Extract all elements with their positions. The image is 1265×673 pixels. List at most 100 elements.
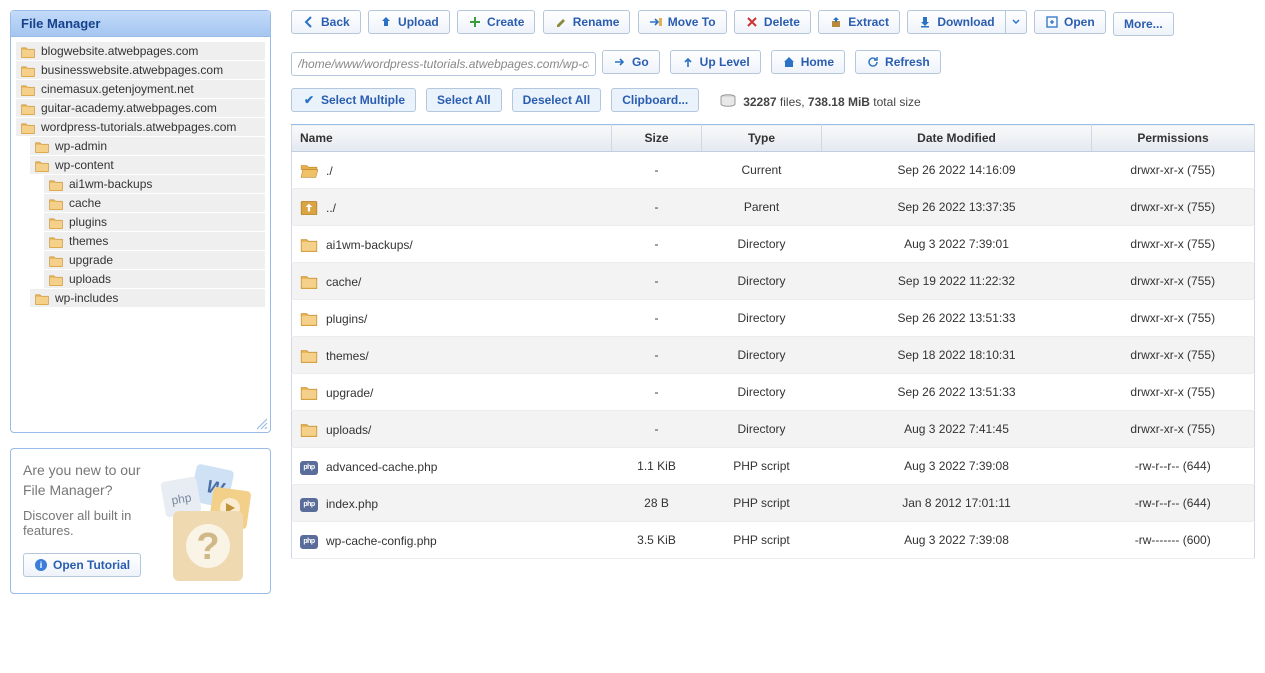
- more-button[interactable]: More...: [1113, 12, 1174, 36]
- upload-icon: [379, 15, 393, 29]
- table-row[interactable]: phpindex.php28 BPHP scriptJan 8 2012 17:…: [292, 485, 1255, 522]
- check-icon: ✔: [302, 93, 316, 107]
- table-row[interactable]: uploads/-DirectoryAug 3 2022 7:41:45drwx…: [292, 411, 1255, 448]
- file-type: Parent: [702, 189, 822, 226]
- table-row[interactable]: upgrade/-DirectorySep 26 2022 13:51:33dr…: [292, 374, 1255, 411]
- table-row[interactable]: themes/-DirectorySep 18 2022 18:10:31drw…: [292, 337, 1255, 374]
- tree-item[interactable]: businesswebsite.atwebpages.com: [16, 61, 265, 79]
- help-heading: Are you new to our File Manager?: [23, 461, 153, 500]
- file-size: 28 B: [612, 485, 702, 522]
- tree-item[interactable]: guitar-academy.atwebpages.com: [16, 99, 265, 117]
- table-row[interactable]: plugins/-DirectorySep 26 2022 13:51:33dr…: [292, 300, 1255, 337]
- col-size[interactable]: Size: [612, 125, 702, 152]
- tree-item[interactable]: wp-includes: [30, 289, 265, 307]
- file-name[interactable]: ./: [326, 164, 333, 178]
- home-button[interactable]: Home: [771, 50, 845, 74]
- file-date: Aug 3 2022 7:39:08: [822, 522, 1092, 559]
- file-name[interactable]: upgrade/: [326, 386, 373, 400]
- resize-handle-icon[interactable]: [256, 418, 268, 430]
- table-row[interactable]: ../-ParentSep 26 2022 13:37:35drwxr-xr-x…: [292, 189, 1255, 226]
- file-date: Sep 19 2022 11:22:32: [822, 263, 1092, 300]
- folder-icon: [20, 102, 36, 115]
- select-multiple-button[interactable]: ✔Select Multiple: [291, 88, 416, 112]
- open-icon: [1045, 15, 1059, 29]
- rename-button[interactable]: Rename: [543, 10, 631, 34]
- file-name[interactable]: plugins/: [326, 312, 367, 326]
- file-name[interactable]: themes/: [326, 349, 369, 363]
- tree-item-label: wp-content: [55, 158, 114, 172]
- file-size: -: [612, 189, 702, 226]
- svg-text:i: i: [40, 560, 43, 570]
- file-date: Sep 26 2022 13:37:35: [822, 189, 1092, 226]
- file-name[interactable]: uploads/: [326, 423, 371, 437]
- file-perm: drwxr-xr-x (755): [1092, 300, 1255, 337]
- delete-button[interactable]: Delete: [734, 10, 811, 34]
- col-date[interactable]: Date Modified: [822, 125, 1092, 152]
- table-row[interactable]: ai1wm-backups/-DirectoryAug 3 2022 7:39:…: [292, 226, 1255, 263]
- arrow-right-icon: [613, 55, 627, 69]
- back-button[interactable]: Back: [291, 10, 361, 34]
- download-button[interactable]: Download: [907, 10, 1005, 34]
- col-name[interactable]: Name: [292, 125, 612, 152]
- folder-tree: blogwebsite.atwebpages.combusinesswebsit…: [16, 42, 265, 307]
- file-perm: -rw------- (600): [1092, 522, 1255, 559]
- tree-item-label: wp-admin: [55, 139, 107, 153]
- table-row[interactable]: cache/-DirectorySep 19 2022 11:22:32drwx…: [292, 263, 1255, 300]
- folder-icon: [300, 310, 318, 326]
- extract-button[interactable]: Extract: [818, 10, 900, 34]
- tree-item[interactable]: cinemasux.getenjoyment.net: [16, 80, 265, 98]
- plus-icon: [468, 15, 482, 29]
- deselect-all-button[interactable]: Deselect All: [512, 88, 602, 112]
- upload-button[interactable]: Upload: [368, 10, 450, 34]
- folder-icon: [48, 178, 64, 191]
- folder-icon: [20, 83, 36, 96]
- folder-icon: [20, 121, 36, 134]
- tree-item[interactable]: blogwebsite.atwebpages.com: [16, 42, 265, 60]
- tree-item[interactable]: upgrade: [44, 251, 265, 269]
- path-bar: Go Up Level Home Refresh: [291, 50, 1255, 78]
- file-name[interactable]: index.php: [326, 497, 378, 511]
- path-input[interactable]: [291, 52, 596, 76]
- file-perm: drwxr-xr-x (755): [1092, 337, 1255, 374]
- folder-icon: [48, 254, 64, 267]
- tree-item[interactable]: uploads: [44, 270, 265, 288]
- file-grid: Name Size Type Date Modified Permissions…: [291, 124, 1255, 559]
- home-icon: [782, 55, 796, 69]
- file-name[interactable]: wp-cache-config.php: [326, 534, 437, 548]
- file-size: -: [612, 300, 702, 337]
- open-tutorial-label: Open Tutorial: [53, 558, 130, 572]
- file-perm: drwxr-xr-x (755): [1092, 263, 1255, 300]
- file-size: -: [612, 337, 702, 374]
- create-button[interactable]: Create: [457, 10, 535, 34]
- file-name[interactable]: ../: [326, 201, 336, 215]
- table-row[interactable]: phpwp-cache-config.php3.5 KiBPHP scriptA…: [292, 522, 1255, 559]
- tree-item[interactable]: wp-admin: [30, 137, 265, 155]
- col-perm[interactable]: Permissions: [1092, 125, 1255, 152]
- select-all-button[interactable]: Select All: [426, 88, 502, 112]
- tree-item[interactable]: themes: [44, 232, 265, 250]
- open-tutorial-button[interactable]: i Open Tutorial: [23, 553, 141, 577]
- open-button[interactable]: Open: [1034, 10, 1106, 34]
- help-illustration: W php ?: [155, 459, 260, 589]
- tree-item[interactable]: plugins: [44, 213, 265, 231]
- download-icon: [918, 15, 932, 29]
- tree-item[interactable]: cache: [44, 194, 265, 212]
- go-button[interactable]: Go: [602, 50, 660, 74]
- php-icon: php: [300, 458, 318, 474]
- download-dropdown[interactable]: [1006, 10, 1027, 34]
- tree-item[interactable]: wp-content: [30, 156, 265, 174]
- refresh-button[interactable]: Refresh: [855, 50, 941, 74]
- file-type: Directory: [702, 226, 822, 263]
- moveto-button[interactable]: Move To: [638, 10, 727, 34]
- file-name[interactable]: ai1wm-backups/: [326, 238, 413, 252]
- col-type[interactable]: Type: [702, 125, 822, 152]
- tree-item[interactable]: ai1wm-backups: [44, 175, 265, 193]
- file-size: -: [612, 374, 702, 411]
- table-row[interactable]: ./-CurrentSep 26 2022 14:16:09drwxr-xr-x…: [292, 152, 1255, 189]
- tree-item[interactable]: wordpress-tutorials.atwebpages.com: [16, 118, 265, 136]
- file-name[interactable]: cache/: [326, 275, 361, 289]
- table-row[interactable]: phpadvanced-cache.php1.1 KiBPHP scriptAu…: [292, 448, 1255, 485]
- file-name[interactable]: advanced-cache.php: [326, 460, 437, 474]
- clipboard-button[interactable]: Clipboard...: [611, 88, 699, 112]
- uplevel-button[interactable]: Up Level: [670, 50, 761, 74]
